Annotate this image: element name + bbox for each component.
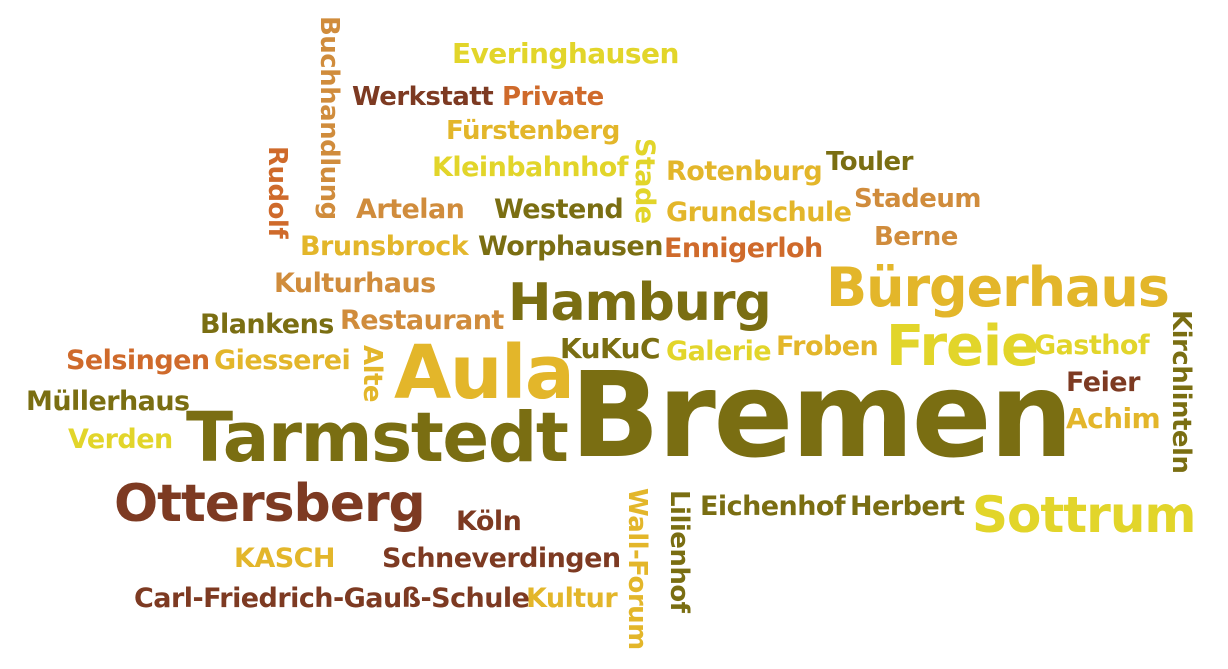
- word-alte: Alte: [357, 345, 387, 403]
- word-sottrum: Sottrum: [972, 486, 1197, 544]
- word-touler: Touler: [826, 147, 913, 177]
- word-stade: Stade: [629, 138, 660, 224]
- word-selsingen: Selsingen: [66, 345, 210, 376]
- word-freie: Freie: [886, 314, 1039, 379]
- word-fuerstenberg: Fürstenberg: [446, 116, 620, 146]
- word-ottersberg: Ottersberg: [114, 474, 426, 534]
- word-kleinbahnhof: Kleinbahnhof: [432, 152, 629, 183]
- word-gasthof: Gasthof: [1034, 330, 1150, 361]
- word-achim: Achim: [1066, 402, 1161, 435]
- word-brunsbrock: Brunsbrock: [300, 231, 469, 262]
- word-koeln: Köln: [456, 506, 522, 537]
- word-schneverdingen: Schneverdingen: [382, 543, 621, 574]
- word-kasch: KASCH: [234, 543, 336, 574]
- word-feier: Feier: [1066, 367, 1140, 398]
- word-galerie: Galerie: [666, 336, 772, 367]
- word-berne: Berne: [874, 222, 958, 252]
- word-herbert: Herbert: [850, 491, 965, 522]
- word-blankens: Blankens: [200, 309, 334, 340]
- word-buergerhaus: Bürgerhaus: [826, 256, 1170, 319]
- word-grundschule: Grundschule: [666, 197, 852, 228]
- word-ennigerloh: Ennigerloh: [664, 233, 823, 264]
- word-everinghausen: Everinghausen: [452, 37, 679, 70]
- word-rotenburg: Rotenburg: [666, 156, 823, 187]
- word-wall-forum: Wall-Forum: [622, 488, 652, 650]
- word-aula: Aula: [394, 330, 575, 416]
- word-cloud: Bremen Tarmstedt Hamburg Bürgerhaus Aula…: [0, 0, 1228, 669]
- word-artelan: Artelan: [356, 194, 465, 225]
- word-froben: Froben: [776, 331, 879, 362]
- word-carl-friedrich-gauss-schule: Carl-Friedrich-Gauß-Schule: [134, 583, 530, 614]
- word-kirchlinteln: Kirchlinteln: [1166, 310, 1196, 474]
- word-stadeum: Stadeum: [854, 184, 981, 214]
- word-kukuc: KuKuC: [560, 332, 661, 365]
- word-giesserei: Giesserei: [214, 345, 351, 376]
- word-westend: Westend: [494, 194, 624, 225]
- word-hamburg: Hamburg: [508, 273, 772, 333]
- word-muellerhaus: Müllerhaus: [26, 386, 190, 417]
- word-kulturhaus: Kulturhaus: [274, 268, 436, 299]
- word-lilienhof: Lilienhof: [664, 490, 694, 613]
- word-rudolf: Rudolf: [262, 146, 292, 239]
- word-verden: Verden: [68, 424, 173, 455]
- word-private: Private: [502, 82, 604, 112]
- word-kultur: Kultur: [526, 583, 618, 614]
- word-buchhandlung: Buchhandlung: [314, 16, 344, 220]
- word-werkstatt: Werkstatt: [352, 82, 494, 112]
- word-eichenhof: Eichenhof: [700, 491, 846, 522]
- word-worphausen: Worphausen: [478, 231, 663, 262]
- word-restaurant: Restaurant: [340, 305, 504, 336]
